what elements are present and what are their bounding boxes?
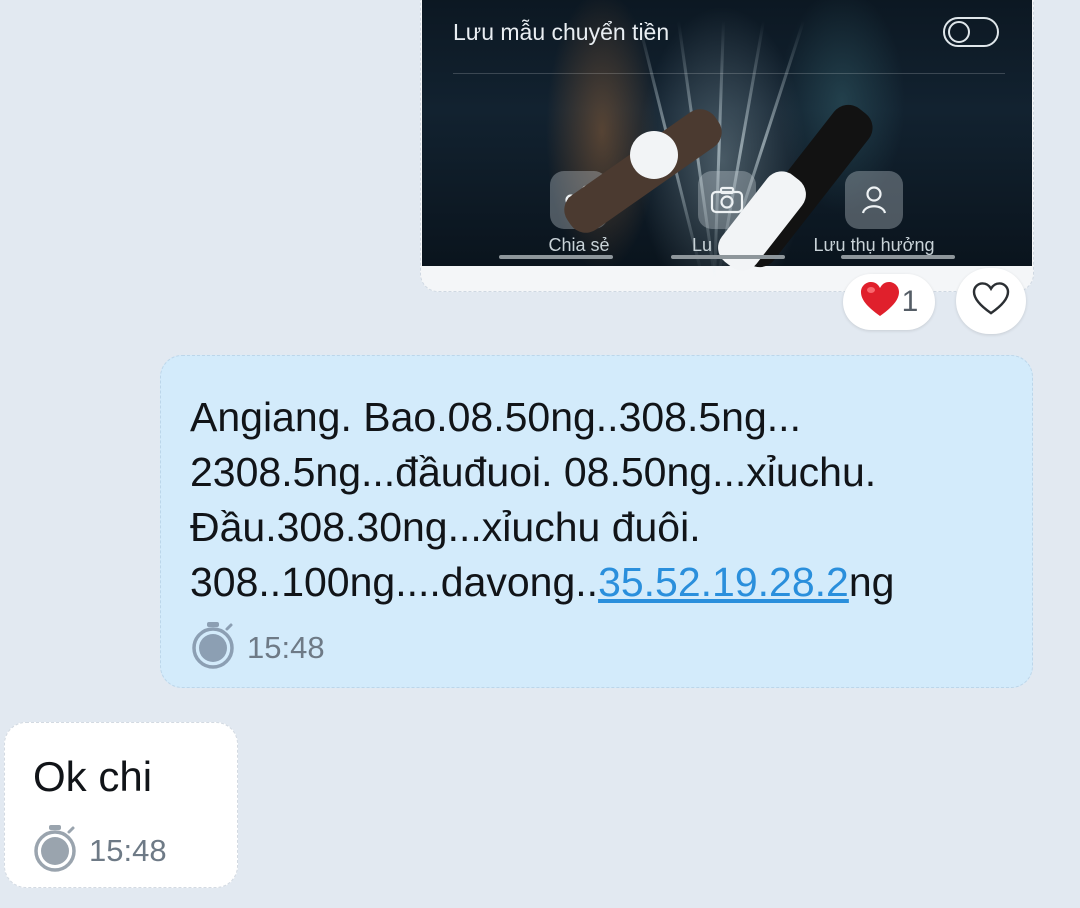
timer-icon (191, 621, 235, 674)
save-template-label: Lưu mẫu chuyển tiền (453, 19, 670, 45)
reaction-count: 1 (901, 285, 919, 318)
message-line-suffix: ng (848, 559, 895, 605)
share-label: Chia sẻ (548, 235, 610, 255)
person-icon (845, 171, 903, 229)
heart-reaction-icon (860, 281, 900, 323)
redaction-scribble (630, 131, 678, 179)
nav-bar-indicator (499, 255, 613, 259)
save-beneficiary-label: Lưu thụ hưởng (813, 235, 935, 255)
incoming-message-bubble[interactable]: Ok chi 15:48 (4, 722, 238, 888)
message-meta: 15:48 (33, 824, 167, 877)
message-time: 15:48 (89, 832, 167, 868)
message-text: Ok chi (33, 753, 153, 800)
message-meta: 15:48 (191, 621, 325, 674)
heart-outline-icon (972, 281, 1010, 321)
reaction-summary[interactable]: 1 (843, 274, 935, 330)
save-template-row: Lưu mẫu chuyển tiền (453, 17, 1005, 74)
outgoing-message-bubble[interactable]: Angiang. Bao.08.50ng..308.5ng... 2308.5n… (160, 355, 1033, 688)
phone-number-link[interactable]: 35.52.19.28.2 (598, 559, 849, 605)
message-line: 308..100ng....davong.. (190, 559, 599, 605)
message-line: 2308.5ng...đầuđuoi. 08.50ng...xỉuchu. (190, 449, 877, 495)
message-line: Đầu.308.30ng...xỉuchu đuôi. (190, 504, 701, 550)
message-text: Angiang. Bao.08.50ng..308.5ng... 2308.5n… (190, 390, 1030, 610)
shared-image-bubble[interactable]: Lưu mẫu chuyển tiền Chia sẻ Lu Lưu thụ h… (420, 0, 1034, 292)
timer-icon (33, 824, 77, 877)
nav-bar-indicator (841, 255, 955, 259)
save-template-toggle (943, 17, 999, 47)
toggle-knob (948, 21, 970, 43)
nav-bar-indicator (671, 255, 785, 259)
message-line: Angiang. Bao.08.50ng..308.5ng... (190, 394, 801, 440)
message-time: 15:48 (247, 629, 325, 665)
like-button[interactable] (956, 268, 1026, 334)
transfer-screenshot: Lưu mẫu chuyển tiền Chia sẻ Lu Lưu thụ h… (422, 0, 1032, 281)
